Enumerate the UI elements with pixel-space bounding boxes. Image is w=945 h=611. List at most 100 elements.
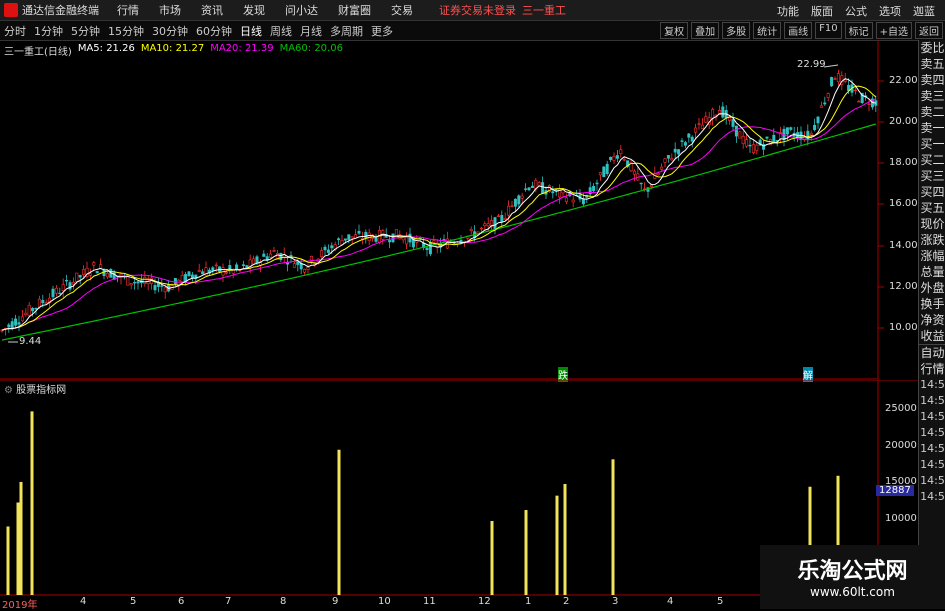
- menu-market[interactable]: 市场: [159, 2, 181, 18]
- menu-ask[interactable]: 问小达: [285, 2, 318, 18]
- candle-body: [187, 271, 191, 277]
- side-item-ask5[interactable]: 卖五: [919, 56, 945, 72]
- menu-skin[interactable]: 迦蓝: [913, 3, 935, 19]
- side-item-bid1[interactable]: 买一: [919, 136, 945, 152]
- period-multi[interactable]: 多周期: [330, 23, 363, 39]
- candle-body: [347, 234, 351, 240]
- menu-quotes[interactable]: 行情: [117, 2, 139, 18]
- menu-news[interactable]: 资讯: [201, 2, 223, 18]
- side-item-outer[interactable]: 外盘: [919, 280, 945, 296]
- period-1min[interactable]: 1分钟: [34, 23, 63, 39]
- side-item-eps[interactable]: 收益: [919, 328, 945, 344]
- menu-formula[interactable]: 公式: [845, 3, 867, 19]
- side-item-bid5[interactable]: 买五: [919, 200, 945, 216]
- add-watchlist-button[interactable]: +自选: [875, 22, 912, 39]
- menu-discover[interactable]: 发现: [243, 2, 265, 18]
- candle-body: [41, 300, 45, 304]
- candle-body: [666, 155, 670, 159]
- price-chart[interactable]: [0, 40, 918, 380]
- mark-button[interactable]: 标记: [844, 22, 873, 39]
- overlay-button[interactable]: 叠加: [691, 22, 720, 39]
- legend-ma60: MA60: 20.06: [279, 43, 343, 54]
- side-item-change[interactable]: 涨跌: [919, 232, 945, 248]
- candle-body: [292, 263, 296, 268]
- period-weekly[interactable]: 周线: [270, 23, 292, 39]
- side-item-quotes[interactable]: 行情: [919, 361, 945, 377]
- side-item-price[interactable]: 现价: [919, 216, 945, 232]
- candle-body: [500, 215, 504, 222]
- price-axis-ticks: [878, 80, 884, 329]
- candle-body: [836, 73, 840, 83]
- candle-body: [806, 130, 810, 141]
- candle-body: [58, 292, 62, 295]
- candle-body: [129, 283, 133, 286]
- candle-body: [95, 271, 99, 274]
- candle-body: [738, 131, 742, 139]
- candle-body: [592, 186, 596, 192]
- side-item-netasset[interactable]: 净资: [919, 312, 945, 328]
- side-item-weibi[interactable]: 委比: [919, 40, 945, 56]
- period-tick[interactable]: 分时: [4, 23, 26, 39]
- candle-body: [388, 240, 392, 243]
- time-row-2: 14:5: [920, 394, 945, 407]
- candle-body: [88, 273, 92, 276]
- back-button[interactable]: 返回: [915, 22, 943, 39]
- multi-stock-button[interactable]: 多股: [722, 22, 751, 39]
- legend-stock: 三一重工(日线): [4, 47, 72, 58]
- candle-body: [819, 105, 823, 108]
- menu-wealth[interactable]: 财富圈: [338, 2, 371, 18]
- side-item-ask4[interactable]: 卖四: [919, 72, 945, 88]
- side-item-ask1[interactable]: 卖一: [919, 120, 945, 136]
- candle-body: [65, 279, 69, 282]
- candle-body: [581, 198, 585, 205]
- period-monthly[interactable]: 月线: [300, 23, 322, 39]
- candle-body: [609, 156, 613, 160]
- menu-layout[interactable]: 版面: [811, 3, 833, 19]
- candle-body: [486, 223, 490, 227]
- candle-body: [663, 158, 667, 163]
- candle-body: [673, 148, 677, 153]
- period-15min[interactable]: 15分钟: [108, 23, 144, 39]
- period-30min[interactable]: 30分钟: [152, 23, 188, 39]
- candle-body: [602, 166, 606, 178]
- period-daily[interactable]: 日线: [240, 23, 262, 39]
- menu-trade[interactable]: 交易: [391, 2, 413, 18]
- side-item-bid2[interactable]: 买二: [919, 152, 945, 168]
- period-more[interactable]: 更多: [371, 23, 393, 39]
- candle-body: [520, 195, 524, 199]
- candle-body: [54, 287, 58, 294]
- candle-body: [813, 124, 817, 131]
- candle-body: [483, 223, 487, 227]
- candle-body: [320, 250, 324, 258]
- vol-tick-25000: 25000: [885, 403, 917, 414]
- candle-body: [306, 266, 310, 271]
- menu-functions[interactable]: 功能: [777, 3, 799, 19]
- volume-bar: [337, 449, 341, 595]
- period-5min[interactable]: 5分钟: [71, 23, 100, 39]
- candle-body: [853, 89, 857, 92]
- menu-options[interactable]: 选项: [879, 3, 901, 19]
- f10-button[interactable]: F10: [815, 22, 842, 39]
- volume-bar: [19, 481, 23, 595]
- volume-bar: [30, 411, 34, 595]
- candle-body: [197, 270, 201, 272]
- side-item-ask3[interactable]: 卖三: [919, 88, 945, 104]
- login-warning[interactable]: 证券交易未登录: [439, 2, 516, 18]
- candle-body: [252, 258, 256, 265]
- restore-button[interactable]: 复权: [660, 22, 689, 39]
- candle-body: [690, 136, 694, 142]
- side-item-auto[interactable]: 自动: [919, 344, 945, 361]
- side-item-pct[interactable]: 涨幅: [919, 248, 945, 264]
- vol-tick-10000: 10000: [885, 513, 917, 524]
- side-item-bid3[interactable]: 买三: [919, 168, 945, 184]
- candle-body: [173, 278, 177, 285]
- side-item-ask2[interactable]: 卖二: [919, 104, 945, 120]
- draw-button[interactable]: 画线: [784, 22, 813, 39]
- watermark-title: 乐淘公式网: [797, 559, 908, 584]
- side-item-bid4[interactable]: 买四: [919, 184, 945, 200]
- stats-button[interactable]: 统计: [753, 22, 782, 39]
- period-60min[interactable]: 60分钟: [196, 23, 232, 39]
- side-item-volume[interactable]: 总量: [919, 264, 945, 280]
- candle-body: [37, 298, 41, 308]
- side-item-turnover[interactable]: 换手: [919, 296, 945, 312]
